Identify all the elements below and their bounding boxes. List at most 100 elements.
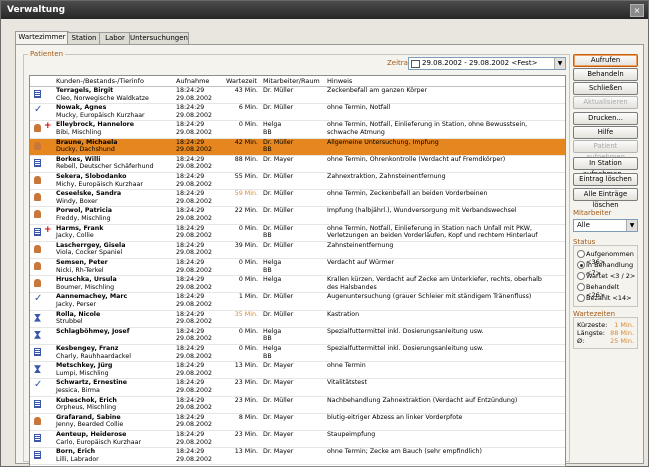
hint-text: blutig-eitriger Abzess an linker Vorderp… bbox=[327, 413, 463, 421]
hint-text-line2: des Halsbandes bbox=[327, 283, 377, 291]
admission-date: 29.08.2002 bbox=[176, 404, 213, 412]
wait-time: 55 Min. bbox=[234, 173, 258, 180]
wartezeit-stat-value: 1 Min. bbox=[614, 321, 634, 329]
column-header-hinweis[interactable]: Hinweis bbox=[327, 77, 352, 85]
table-row[interactable]: Kubeschok, Erich Orpheus, Mischling 18:24:… bbox=[30, 397, 565, 414]
table-row[interactable]: Aenteup, Heiderose Carlo, Europäisch Kurz… bbox=[30, 431, 565, 449]
admission-time: 18:24:29 bbox=[176, 173, 205, 180]
patient-icon bbox=[34, 141, 41, 150]
admission-date: 29.08.2002 bbox=[176, 146, 213, 154]
wait-time: 0 Min. bbox=[238, 276, 258, 284]
table-row[interactable]: Borkes, Willi Rebell, Deutscher Schäferhu… bbox=[30, 156, 565, 173]
checkmark-icon: ✓ bbox=[34, 293, 43, 305]
hint-text-line2: Verletzungen an beiden Vorderläufen, Kop… bbox=[327, 232, 538, 240]
animal-info: Viola, Cocker Spaniel bbox=[56, 249, 123, 257]
admission-time: 18:24:29 bbox=[176, 345, 205, 352]
schließen-button[interactable]: Schließen bbox=[573, 82, 638, 95]
close-icon[interactable]: × bbox=[630, 4, 644, 17]
admission-date: 29.08.2002 bbox=[176, 249, 213, 257]
alle-einträge-löschen-button[interactable]: Alle Einträge löschen bbox=[573, 188, 638, 209]
table-row[interactable]: Metschkey, Jürg Lumpi, Mischling 18:24:29 2… bbox=[30, 362, 565, 380]
table-row[interactable]: Sekera, Slobodanko Michy, Europäisch Kurz… bbox=[30, 173, 565, 191]
table-row[interactable]: ✓ Aannemachey, Marc Jacky, Perser 18:24:29 2… bbox=[30, 293, 565, 311]
column-header-wartezeit[interactable]: Wartezeit bbox=[226, 77, 257, 85]
status-option-label[interactable]: Wartet <3 / 2> bbox=[586, 272, 635, 280]
zeitraum-select[interactable]: 29.08.2002 - 29.08.2002 <Fest> ▼ bbox=[408, 57, 566, 70]
wait-time: 59 Min. bbox=[234, 190, 258, 198]
hint-text: ohne Termin, Zeckenbefall an beiden Vord… bbox=[327, 190, 488, 198]
mitarbeiter-label: Mitarbeiter bbox=[573, 209, 612, 217]
mitarbeiter-value: Alle bbox=[577, 221, 590, 229]
column-header-kunde[interactable]: Kunden-/Bestands-/Tierinfo bbox=[56, 77, 144, 85]
animal-info: Lilli, Labrador bbox=[56, 455, 99, 463]
table-row[interactable]: ✓ Nowak, Agnes Mucky, Europäisch Kurzhaar 1… bbox=[30, 104, 565, 122]
aktualisieren-button[interactable]: Aktualisieren bbox=[573, 96, 638, 109]
eintrag-löschen-button[interactable]: Eintrag löschen bbox=[573, 173, 638, 186]
patient-icon bbox=[34, 244, 41, 253]
tab-untersuchungen[interactable]: Untersuchungen bbox=[129, 32, 189, 44]
owner-name: Nowak, Agnes bbox=[56, 104, 107, 112]
wait-time: 35 Min. bbox=[234, 310, 258, 318]
patient-aufnehmen-button[interactable]: Patient aufnehmen bbox=[573, 140, 638, 161]
hint-text: ohne Termin bbox=[327, 362, 366, 370]
in-station-aufnehmen-button[interactable]: In Station aufnehmen... bbox=[573, 157, 638, 178]
admission-date: 29.08.2002 bbox=[176, 455, 213, 463]
animal-info: Boumer, Mischling bbox=[56, 283, 115, 291]
animal-info: Charly, Rauhhaardackel bbox=[56, 352, 131, 360]
status-radio[interactable] bbox=[577, 272, 585, 280]
table-row[interactable]: Lascherrgey, Gisela Viola, Cocker Spaniel… bbox=[30, 242, 565, 259]
hourglass-icon bbox=[34, 313, 41, 322]
table-row[interactable]: Born, Erich Lilli, Labrador 18:24:29 29.08.… bbox=[30, 448, 565, 466]
room: BB bbox=[263, 352, 272, 360]
wait-time: 88 Min. bbox=[234, 155, 258, 163]
mitarbeiter-select[interactable]: Alle ▼ bbox=[573, 219, 638, 232]
document-icon bbox=[34, 348, 41, 356]
admission-time: 18:24:29 bbox=[176, 276, 205, 284]
status-radio[interactable] bbox=[577, 250, 585, 258]
table-row[interactable]: Semsen, Peter Nicki, Rh-Terkel 18:24:29 29.… bbox=[30, 259, 565, 277]
tab-wartezimmer[interactable]: Wartezimmer bbox=[15, 31, 69, 44]
admission-date: 29.08.2002 bbox=[176, 111, 213, 119]
table-row[interactable]: Grafarand, Sabine Jenny, Bearded Collie 18… bbox=[30, 414, 565, 431]
table-row[interactable]: Schlagböhmey, Josef 18:24:29 29.08.2002 0 M… bbox=[30, 328, 565, 345]
admission-time: 18:24:29 bbox=[176, 104, 205, 112]
tab-station[interactable]: Station bbox=[67, 32, 101, 44]
column-header-aufnahme[interactable]: Aufnahme bbox=[176, 77, 209, 85]
tab-labor[interactable]: Labor bbox=[99, 32, 131, 44]
admission-time: 18:24:29 bbox=[176, 431, 205, 438]
aufrufen-button[interactable]: Aufrufen bbox=[573, 54, 638, 67]
hint-text-line2: schwache Atmung bbox=[327, 128, 385, 136]
staff-name: Helga bbox=[263, 345, 282, 352]
table-row[interactable]: Kesbengey, Franz Charly, Rauhhaardackel 18… bbox=[30, 345, 565, 363]
owner-name: Kesbengey, Franz bbox=[56, 345, 119, 352]
table-row[interactable]: + Elleybrock, Hannelore Bibi, Mischling 18:… bbox=[30, 121, 565, 139]
table-row[interactable]: Rolla, Nicole Strubbel 18:24:29 29.08.2002 3… bbox=[30, 311, 565, 328]
table-row[interactable]: + Harms, Frank Jacky, Collie 18:24:29 29.08.… bbox=[30, 225, 565, 242]
hilfe-button[interactable]: Hilfe bbox=[573, 126, 638, 139]
behandeln-button[interactable]: Behandeln bbox=[573, 68, 638, 81]
chevron-down-icon[interactable]: ▼ bbox=[626, 220, 637, 231]
animal-info: Orpheus, Mischling bbox=[56, 404, 117, 412]
staff-name: Dr. Müller bbox=[263, 207, 294, 215]
table-header: Kunden-/Bestands-/Tierinfo Aufnahme Wart… bbox=[30, 76, 565, 87]
patient-table: Kunden-/Bestands-/Tierinfo Aufnahme Wart… bbox=[29, 75, 566, 467]
admission-time: 18:24:29 bbox=[176, 87, 205, 94]
status-radio[interactable] bbox=[577, 283, 585, 291]
table-row[interactable]: Braune, Michaela Ducky, Dachshund 18:24:29… bbox=[30, 138, 565, 156]
status-radio[interactable] bbox=[577, 294, 585, 302]
status-option-label[interactable]: Bezahlt <14> bbox=[586, 294, 632, 302]
table-row[interactable]: Terragels, Birgit Cleo, Norwegische Waldk… bbox=[30, 87, 565, 105]
checkmark-icon: ✓ bbox=[34, 104, 43, 116]
table-row[interactable]: Ceseelske, Sandra Windy, Boxer 18:24:29 29.… bbox=[30, 190, 565, 208]
wartezimmer-panel: Patienten Zeitraum: 29.08.2002 - 29.08.2… bbox=[15, 44, 644, 467]
table-row[interactable]: ✓ Schwartz, Ernestine Jessica, Birma 18:24:… bbox=[30, 379, 565, 397]
table-row[interactable]: Porwol, Patricia Freddy, Mischling 18:24:2… bbox=[30, 207, 565, 225]
column-header-mitarbeiter[interactable]: Mitarbeiter/Raum bbox=[263, 77, 320, 85]
drucken-button[interactable]: Drucken... bbox=[573, 112, 638, 125]
chevron-down-icon[interactable]: ▼ bbox=[554, 58, 565, 69]
hint-text: Kastration bbox=[327, 310, 360, 318]
admission-date: 29.08.2002 bbox=[176, 438, 213, 446]
table-row[interactable]: Hruschka, Ursula Boumer, Mischling 18:24:2… bbox=[30, 276, 565, 294]
hint-text: Staupeimpfung bbox=[327, 431, 376, 438]
status-radio[interactable] bbox=[577, 261, 585, 269]
